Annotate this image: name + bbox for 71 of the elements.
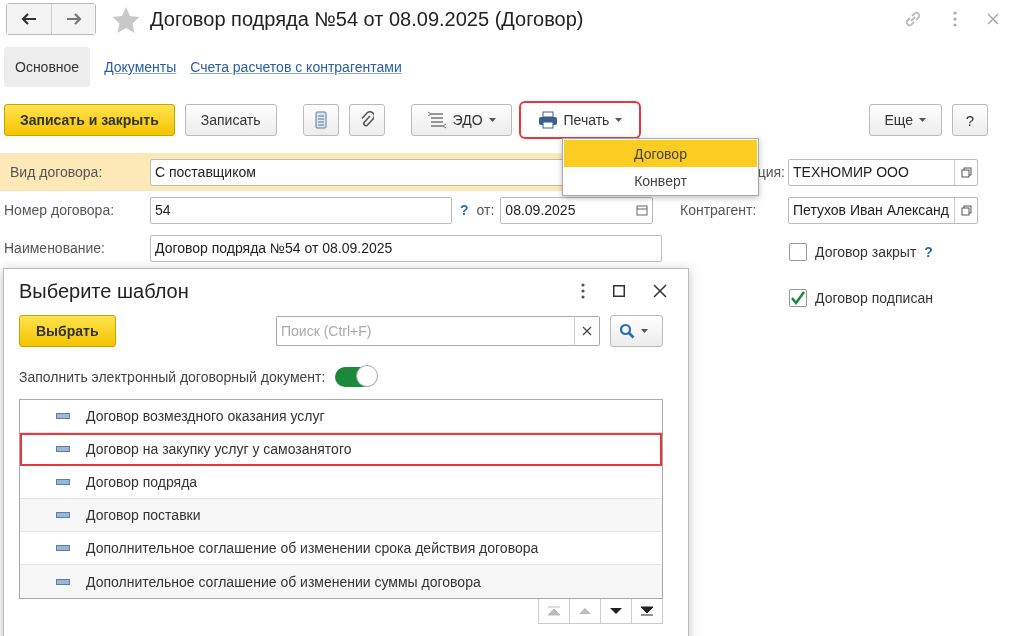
bar-up-arrow-icon <box>547 606 561 616</box>
help-link[interactable]: ? <box>460 202 469 218</box>
field-label: Наименование: <box>3 240 106 256</box>
more-icon[interactable] <box>581 283 585 299</box>
document-icon <box>314 111 327 129</box>
menu-item[interactable]: Договор <box>564 140 757 167</box>
tab[interactable]: Документы <box>104 59 177 75</box>
dialog-title: Выберите шаблон <box>19 279 189 303</box>
more-button[interactable]: Еще <box>868 104 942 136</box>
name-field[interactable]: Договор подряда №54 от 08.09.2025 <box>150 234 662 262</box>
attach-button[interactable] <box>348 104 385 136</box>
search-button[interactable] <box>610 315 663 347</box>
choose-button[interactable]: Выбрать <box>19 315 116 347</box>
field-label: Номер договора: <box>3 202 116 218</box>
template-item[interactable]: Договор на закупку услуг у самозанятого <box>20 433 662 466</box>
printer-icon <box>537 111 558 129</box>
last-page-button[interactable] <box>632 599 663 624</box>
forward-button[interactable] <box>51 4 95 34</box>
toggle-label: Заполнить электронный договорный документ: <box>19 369 326 385</box>
bar-down-arrow-icon <box>640 606 654 616</box>
link-icon[interactable] <box>903 9 923 29</box>
template-icon <box>56 413 70 419</box>
checkbox[interactable] <box>789 289 807 307</box>
field-label: Вид договора: <box>9 164 104 180</box>
star-icon[interactable] <box>112 5 140 33</box>
down-arrow-icon <box>609 606 623 616</box>
search-field[interactable]: Поиск (Ctrl+F) <box>276 316 574 346</box>
paperclip-icon <box>359 111 374 129</box>
template-icon <box>56 446 70 452</box>
back-arrow-icon <box>21 13 37 25</box>
search-icon <box>619 323 635 339</box>
template-icon <box>56 479 70 485</box>
field-label: Контрагент: <box>680 202 758 218</box>
maximize-icon[interactable] <box>613 285 625 297</box>
toggle-switch[interactable] <box>335 367 378 387</box>
save-close-button[interactable]: Записать и закрыть <box>4 104 175 136</box>
window-title: Договор подряда №54 от 08.09.2025 (Договор) <box>150 7 584 31</box>
checkbox[interactable] <box>789 243 807 261</box>
list-button[interactable] <box>302 104 339 136</box>
edo-button[interactable]: ЭДО <box>410 104 512 136</box>
up-arrow-icon <box>578 606 592 616</box>
back-button[interactable] <box>7 4 51 34</box>
caret-icon <box>919 118 926 122</box>
counterparty-field[interactable]: Петухов Иван Александ <box>788 196 978 224</box>
exchange-icon <box>426 111 447 129</box>
template-item[interactable]: Договор поставки <box>20 499 662 532</box>
checkbox-label: Договор закрыт <box>815 244 917 260</box>
help-link[interactable]: ? <box>924 244 933 260</box>
caret-icon <box>641 329 648 333</box>
template-icon <box>56 512 70 518</box>
checkbox-label: Договор подписан <box>815 290 933 306</box>
tab[interactable]: Основное <box>4 47 91 87</box>
save-button[interactable]: Записать <box>184 104 277 136</box>
organization-field[interactable]: ТЕХНОМИР ООО <box>788 158 978 186</box>
field-label: ция: <box>756 164 786 180</box>
template-icon <box>56 545 70 551</box>
next-page-button[interactable] <box>601 599 632 624</box>
print-button[interactable]: Печать <box>521 104 639 136</box>
help-button[interactable]: ? <box>952 104 988 136</box>
forward-arrow-icon <box>65 13 82 25</box>
caret-icon <box>488 118 496 122</box>
clear-icon[interactable] <box>574 316 600 346</box>
close-icon[interactable] <box>653 284 667 298</box>
number-field[interactable]: 54 <box>150 196 452 224</box>
caret-icon <box>615 118 623 122</box>
tab[interactable]: Счета расчетов с контрагентами <box>190 59 402 75</box>
field-label: от: <box>476 202 495 218</box>
calendar-icon[interactable] <box>636 204 649 216</box>
date-field[interactable]: 08.09.2025 <box>500 196 654 224</box>
template-item[interactable]: Дополнительное соглашение об изменении суммы договора <box>20 565 662 598</box>
template-icon <box>56 578 70 585</box>
